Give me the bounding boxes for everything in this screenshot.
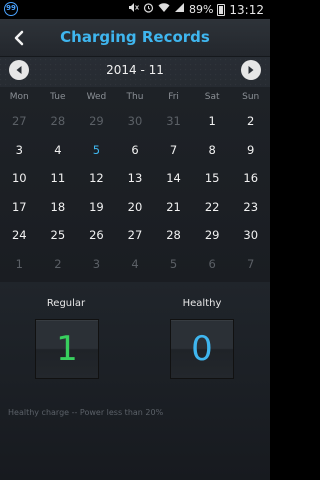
calendar-day[interactable]: 23 <box>231 200 270 214</box>
calendar-week-row: 24 25 26 27 28 29 30 <box>0 221 270 250</box>
notification-badge: 99 <box>4 2 18 16</box>
next-month-button[interactable] <box>241 60 261 80</box>
triangle-left-icon <box>16 66 22 74</box>
weekday-label: Mon <box>9 92 29 102</box>
charge-stats: Regular Healthy 1 0 Healthy charge -- Po… <box>0 282 270 480</box>
weekday-label: Thu <box>126 92 144 102</box>
triangle-right-icon <box>248 66 254 74</box>
calendar-grid: Mon Tue Wed Thu Fri Sat Sun 27 28 29 30 31 1 2… <box>0 87 270 282</box>
calendar-weeks: 27 28 29 30 31 1 2 3 4 5 6 7 8 9 10 11 12 13 14 15 16 17 18 19 2… <box>0 107 270 278</box>
chevron-left-icon <box>14 30 24 46</box>
calendar-day[interactable]: 19 <box>77 200 116 214</box>
alarm-icon <box>143 2 154 17</box>
calendar-day[interactable]: 4 <box>39 143 78 157</box>
calendar-day[interactable]: 6 <box>116 143 155 157</box>
calendar-day-outside[interactable]: 3 <box>77 257 116 271</box>
healthy-count: 0 <box>170 319 234 379</box>
calendar-day-outside[interactable]: 2 <box>39 257 78 271</box>
calendar-day[interactable]: 30 <box>231 228 270 242</box>
calendar-day-outside[interactable]: 31 <box>154 114 193 128</box>
regular-count: 1 <box>35 319 99 379</box>
calendar-day-outside[interactable]: 5 <box>154 257 193 271</box>
healthy-charge-note: Healthy charge -- Power less than 20% <box>8 408 164 417</box>
signal-icon <box>174 2 185 17</box>
status-bar: 99 89% 13:12 <box>0 0 270 19</box>
mute-icon <box>128 2 139 17</box>
calendar-day-outside[interactable]: 29 <box>77 114 116 128</box>
calendar-day[interactable]: 2 <box>231 114 270 128</box>
calendar-day-outside[interactable]: 27 <box>0 114 39 128</box>
calendar-day[interactable]: 16 <box>231 171 270 185</box>
weekday-label: Sun <box>242 92 260 102</box>
calendar-day[interactable]: 10 <box>0 171 39 185</box>
weekday-label: Sat <box>204 92 220 102</box>
weekday-label: Tue <box>50 92 66 102</box>
battery-icon <box>217 3 226 16</box>
weekday-label: Fri <box>168 92 179 102</box>
calendar-day[interactable]: 25 <box>39 228 78 242</box>
calendar-day-today[interactable]: 5 <box>77 143 116 157</box>
calendar-day[interactable]: 29 <box>193 228 232 242</box>
calendar-day[interactable]: 9 <box>231 143 270 157</box>
calendar-day-outside[interactable]: 30 <box>116 114 155 128</box>
calendar-day-outside[interactable]: 28 <box>39 114 78 128</box>
calendar-week-row: 27 28 29 30 31 1 2 <box>0 107 270 136</box>
back-button[interactable] <box>8 26 30 50</box>
calendar-day[interactable]: 13 <box>116 171 155 185</box>
calendar-day-outside[interactable]: 7 <box>231 257 270 271</box>
calendar-day[interactable]: 20 <box>116 200 155 214</box>
calendar-day[interactable]: 27 <box>116 228 155 242</box>
calendar-day[interactable]: 18 <box>39 200 78 214</box>
app-screen: Charging Records 2014 - 11 Mon Tue Wed T… <box>0 19 270 480</box>
page-title: Charging Records <box>60 28 210 46</box>
calendar-day[interactable]: 24 <box>0 228 39 242</box>
calendar-day-outside[interactable]: 6 <box>193 257 232 271</box>
calendar-day-outside[interactable]: 1 <box>0 257 39 271</box>
healthy-label: Healthy <box>182 298 222 309</box>
app-header: Charging Records <box>0 19 270 57</box>
calendar-day[interactable]: 3 <box>0 143 39 157</box>
calendar-week-row: 1234567 <box>0 250 270 279</box>
calendar-day[interactable]: 15 <box>193 171 232 185</box>
calendar-day[interactable]: 21 <box>154 200 193 214</box>
weekday-header: Mon Tue Wed Thu Fri Sat Sun <box>0 87 270 107</box>
calendar-day[interactable]: 11 <box>39 171 78 185</box>
calendar-day-outside[interactable]: 4 <box>116 257 155 271</box>
calendar-day[interactable]: 14 <box>154 171 193 185</box>
clock-time: 13:12 <box>229 2 264 17</box>
regular-label: Regular <box>46 298 86 309</box>
calendar-week-row: 3456789 <box>0 136 270 165</box>
calendar-day[interactable]: 1 <box>193 114 232 128</box>
calendar-day[interactable]: 7 <box>154 143 193 157</box>
calendar-day[interactable]: 28 <box>154 228 193 242</box>
calendar-day[interactable]: 12 <box>77 171 116 185</box>
weekday-label: Wed <box>86 92 107 102</box>
month-label: 2014 - 11 <box>106 63 164 77</box>
battery-percent: 89% <box>188 3 214 16</box>
previous-month-button[interactable] <box>9 60 29 80</box>
calendar-week-row: 17 18 19 20 21 22 23 <box>0 193 270 222</box>
month-navigator: 2014 - 11 <box>0 57 270 85</box>
calendar-day[interactable]: 17 <box>0 200 39 214</box>
calendar-week-row: 10 11 12 13 14 15 16 <box>0 164 270 193</box>
wifi-icon <box>158 2 170 17</box>
calendar-day[interactable]: 22 <box>193 200 232 214</box>
calendar-day[interactable]: 8 <box>193 143 232 157</box>
calendar-day[interactable]: 26 <box>77 228 116 242</box>
